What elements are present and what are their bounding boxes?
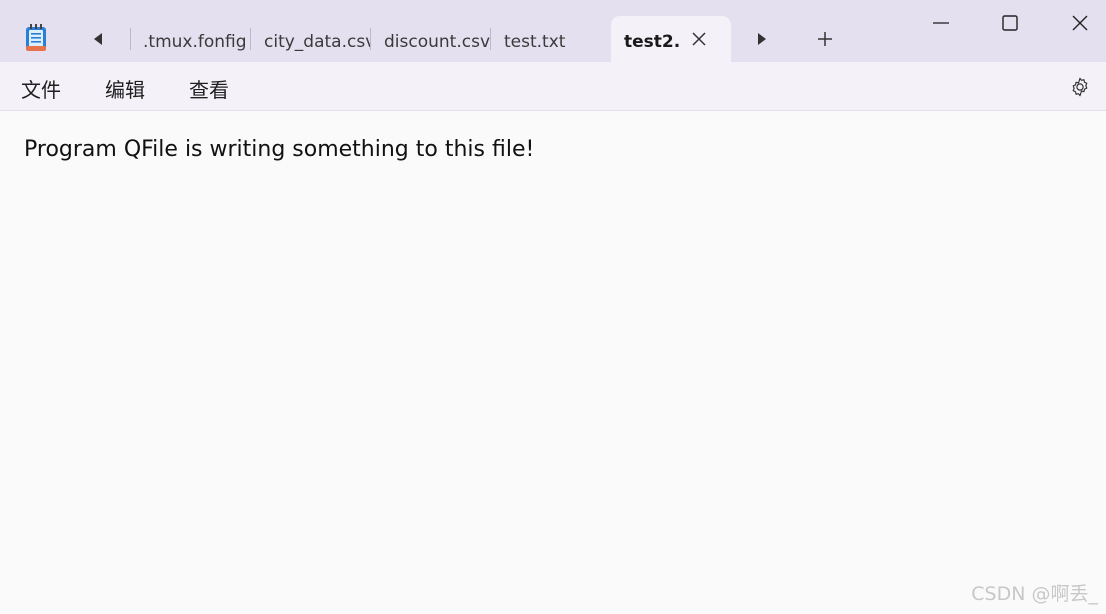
tab-label: discount.csv xyxy=(384,32,490,52)
tab-tmux-config[interactable]: .tmux.fonfig. xyxy=(136,16,248,62)
scroll-left-icon[interactable] xyxy=(90,30,108,48)
tab-separator xyxy=(370,28,371,50)
plus-icon[interactable] xyxy=(816,30,834,48)
minimize-icon[interactable] xyxy=(930,12,952,34)
tab-test[interactable]: test.txt xyxy=(496,16,608,62)
close-icon[interactable] xyxy=(690,30,708,48)
tab-discount[interactable]: discount.csv xyxy=(376,16,490,62)
tab-separator xyxy=(130,28,131,50)
tab-test2-active[interactable]: test2. xyxy=(611,16,731,62)
scroll-right-icon[interactable] xyxy=(752,30,770,48)
menu-bar: 文件 编辑 查看 xyxy=(0,62,1106,111)
menu-file[interactable]: 文件 xyxy=(21,74,61,103)
tab-separator xyxy=(250,28,251,50)
tab-label: test2. xyxy=(624,32,681,52)
menu-edit[interactable]: 编辑 xyxy=(105,74,145,103)
maximize-icon[interactable] xyxy=(999,12,1021,34)
tab-separator xyxy=(490,28,491,50)
tab-label: .tmux.fonfig. xyxy=(143,32,248,52)
gear-icon[interactable] xyxy=(1069,76,1091,98)
text-editor[interactable]: Program QFile is writing something to th… xyxy=(0,111,1106,614)
watermark: CSDN @啊丢_ xyxy=(971,583,1098,605)
notepad-window: .tmux.fonfig. city_data.csv discount.csv… xyxy=(0,0,1106,614)
notepad-icon xyxy=(26,24,46,51)
tab-city-data[interactable]: city_data.csv xyxy=(256,16,370,62)
menu-view[interactable]: 查看 xyxy=(189,74,229,103)
tab-label: test.txt xyxy=(504,32,566,52)
close-icon[interactable] xyxy=(1069,12,1091,34)
title-bar: .tmux.fonfig. city_data.csv discount.csv… xyxy=(0,0,1106,62)
tab-label: city_data.csv xyxy=(264,32,370,52)
editor-content[interactable]: Program QFile is writing something to th… xyxy=(24,137,534,162)
